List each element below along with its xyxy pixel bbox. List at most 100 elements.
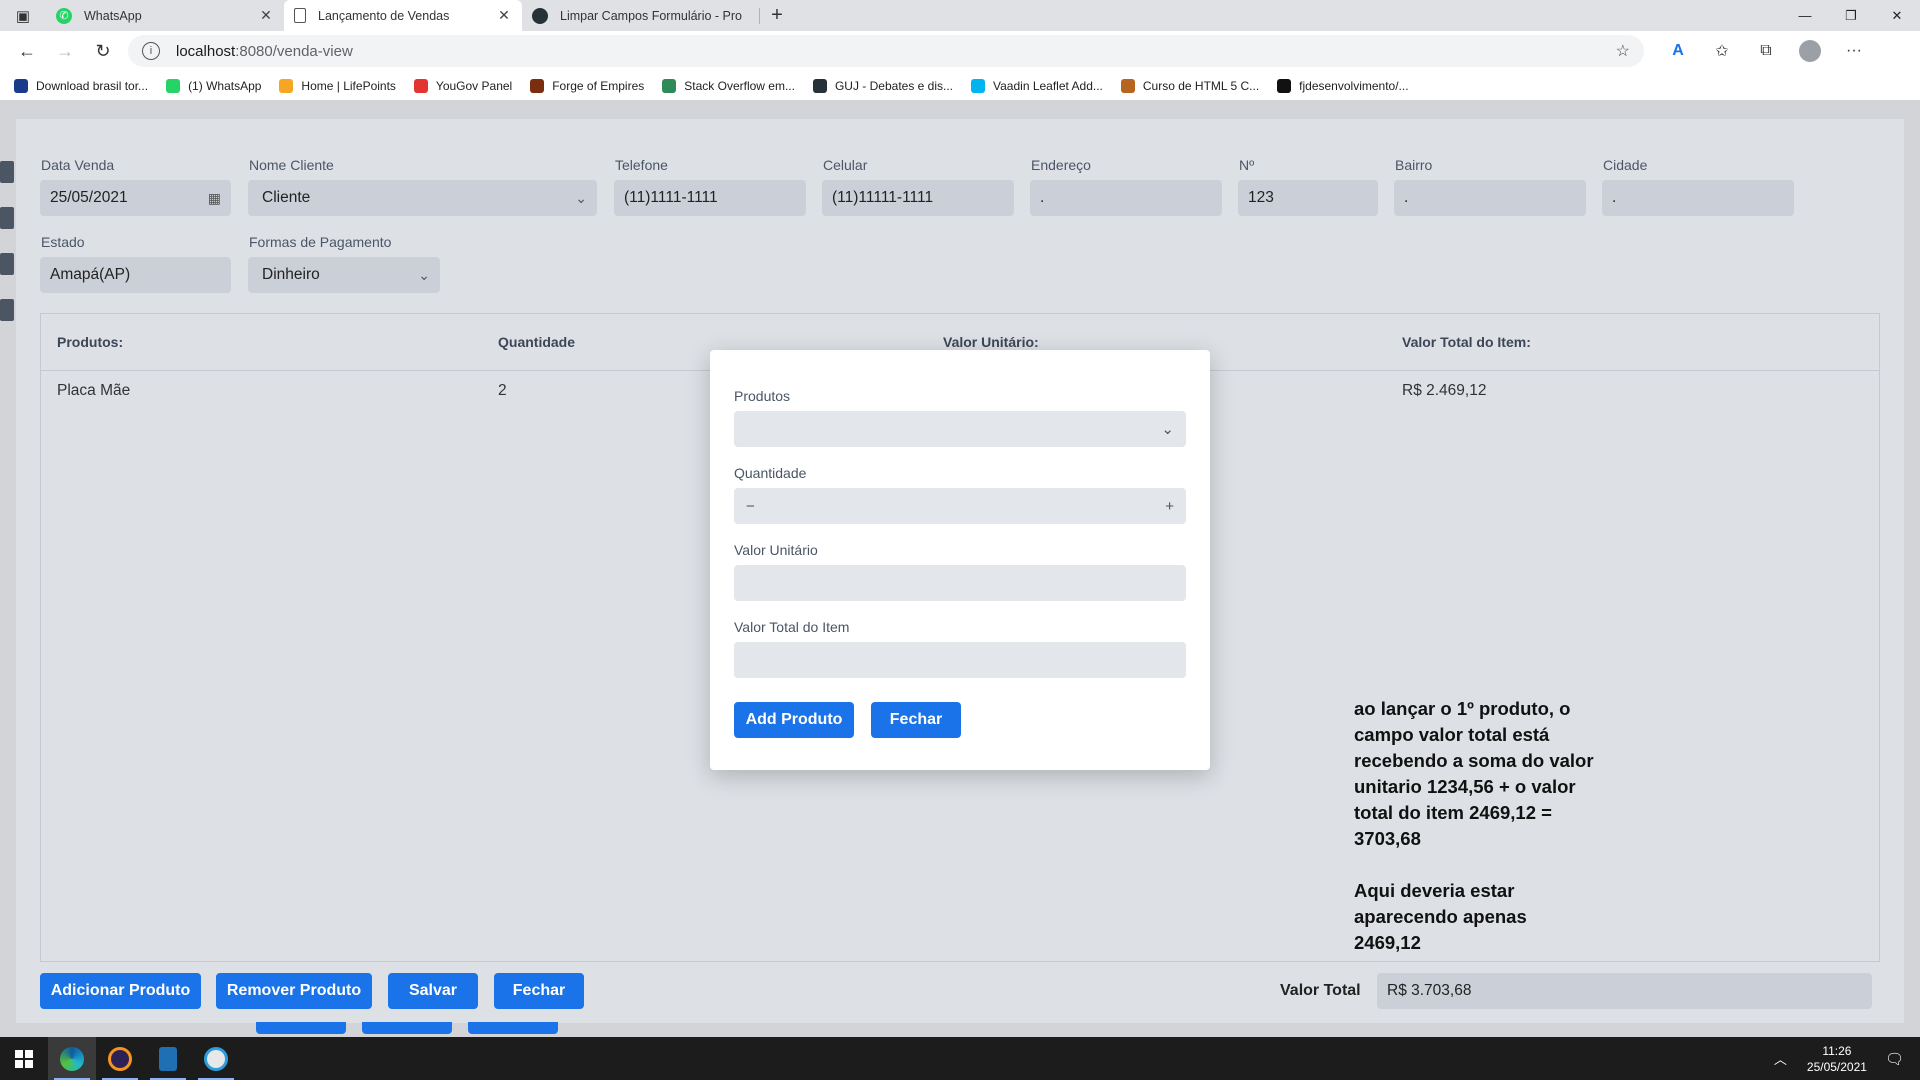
numero-value: 123 <box>1248 189 1274 206</box>
chevron-up-icon[interactable]: ︿ <box>1774 1049 1787 1068</box>
stackoverflow-icon <box>662 78 677 93</box>
home-icon[interactable] <box>0 161 14 183</box>
taskbar-clock[interactable]: 11:26 25/05/2021 <box>1807 1043 1867 1075</box>
eclipse-taskbar-icon[interactable] <box>96 1037 144 1080</box>
endereco-field[interactable]: . <box>1030 180 1222 216</box>
plus-icon[interactable]: + <box>1165 498 1174 515</box>
eye-icon <box>1120 78 1135 93</box>
data-venda-field[interactable]: 25/05/2021 ▦ <box>40 180 231 216</box>
bookmark-item[interactable]: Curso de HTML 5 C... <box>1120 78 1260 93</box>
side-nav <box>0 161 16 345</box>
bookmark-item[interactable]: (1) WhatsApp <box>166 78 261 93</box>
tab-lancamento-vendas[interactable]: Lançamento de Vendas ✕ <box>284 0 522 31</box>
annotation-line-2: Aqui deveria estar aparecendo apenas 246… <box>1354 880 1527 953</box>
salvar-button[interactable]: Salvar <box>388 973 478 1009</box>
add-produto-button[interactable]: Add Produto <box>734 702 854 738</box>
back-icon[interactable]: ← <box>8 33 46 69</box>
celular-label: Celular <box>823 157 868 173</box>
guj-icon <box>812 78 827 93</box>
pagamento-value: Dinheiro <box>262 266 320 283</box>
close-icon[interactable]: ✕ <box>496 7 512 24</box>
minimize-icon[interactable]: — <box>1782 0 1828 31</box>
remover-produto-button[interactable]: Remover Produto <box>216 973 372 1009</box>
bookmark-item[interactable]: Download brasil tor... <box>14 78 148 93</box>
tab-title: WhatsApp <box>84 8 142 23</box>
bookmark-item[interactable]: GUJ - Debates e dis... <box>812 78 953 93</box>
bookmark-item[interactable]: Stack Overflow em... <box>662 78 795 93</box>
dialog-valor-unitario-label: Valor Unitário <box>734 542 818 558</box>
dialog-produtos-label: Produtos <box>734 388 791 404</box>
tab-limpar-campos[interactable]: Limpar Campos Formulário - Pro <box>522 0 760 31</box>
more-options-icon[interactable]: ··· <box>1832 35 1876 67</box>
edge-taskbar-icon[interactable] <box>48 1037 96 1080</box>
endereco-value: . <box>1040 189 1045 206</box>
dialog-valor-total-label: Valor Total do Item <box>734 619 850 635</box>
numero-label: Nº <box>1239 157 1255 173</box>
paint-taskbar-icon[interactable] <box>192 1037 240 1080</box>
nome-cliente-select[interactable]: Cliente ⌄ <box>248 180 597 216</box>
favorites-icon[interactable]: ✩ <box>1700 35 1744 67</box>
bookmark-item[interactable]: Vaadin Leaflet Add... <box>971 78 1103 93</box>
bookmark-item[interactable]: Forge of Empires <box>530 78 644 93</box>
cidade-label: Cidade <box>1603 157 1648 173</box>
chart-icon[interactable] <box>0 299 14 321</box>
url-input[interactable]: i localhost:8080/venda-view ☆ <box>128 35 1644 67</box>
telefone-label: Telefone <box>615 157 668 173</box>
data-venda-label: Data Venda <box>41 157 115 173</box>
folder-icon[interactable] <box>0 207 14 229</box>
money-icon[interactable] <box>0 253 14 275</box>
dialog-valor-total-field[interactable] <box>734 642 1186 678</box>
bookmark-label: Vaadin Leaflet Add... <box>993 78 1103 93</box>
close-icon[interactable]: ✕ <box>258 7 274 24</box>
notifications-icon[interactable]: 🗨 <box>1885 1050 1904 1068</box>
pagamento-select[interactable]: Dinheiro ⌄ <box>248 257 440 293</box>
collections-icon[interactable]: ⧉ <box>1744 35 1788 67</box>
quantity-stepper[interactable]: − + <box>734 488 1186 524</box>
profile-avatar-icon[interactable] <box>1788 35 1832 67</box>
telefone-value: (11)1111-1111 <box>624 189 718 206</box>
restore-icon[interactable]: ❐ <box>1828 0 1874 31</box>
fechar-button[interactable]: Fechar <box>494 973 584 1009</box>
data-venda-value: 25/05/2021 <box>50 189 128 206</box>
tab-actions-icon[interactable]: ▣ <box>0 0 46 31</box>
calculator-taskbar-icon[interactable] <box>144 1037 192 1080</box>
tab-title: Limpar Campos Formulário - Pro <box>560 8 742 23</box>
nome-cliente-value: Cliente <box>262 189 311 206</box>
adicionar-produto-button[interactable]: Adicionar Produto <box>40 973 201 1009</box>
chevron-down-icon: ⌄ <box>418 266 430 283</box>
tab-whatsapp[interactable]: ✆ WhatsApp ✕ <box>46 0 284 31</box>
new-tab-icon[interactable]: + <box>760 0 794 31</box>
github-icon <box>1277 78 1292 93</box>
telefone-field[interactable]: (11)1111-1111 <box>614 180 806 216</box>
estado-field[interactable]: Amapá(AP) <box>40 257 231 293</box>
tab-separator <box>759 8 760 24</box>
dialog-valor-unitario-field[interactable] <box>734 565 1186 601</box>
bookmark-item[interactable]: Home | LifePoints <box>279 78 396 93</box>
site-info-icon[interactable]: i <box>142 42 160 60</box>
minus-icon[interactable]: − <box>746 498 755 515</box>
valor-total-field[interactable]: R$ 3.703,68 <box>1377 973 1872 1009</box>
bookmark-item[interactable]: fjdesenvolvimento/... <box>1277 78 1409 93</box>
favorite-add-icon[interactable]: ☆ <box>1616 41 1630 61</box>
close-window-icon[interactable]: ✕ <box>1874 0 1920 31</box>
r-letter-icon <box>14 78 28 93</box>
translate-icon[interactable]: A <box>1656 35 1700 67</box>
annotation-note: ao lançar o 1º produto, o campo valor to… <box>1354 696 1594 982</box>
chevron-down-icon: ⌄ <box>1161 421 1174 438</box>
dialog-produtos-select[interactable]: ⌄ <box>734 411 1186 447</box>
address-bar: ← → ↻ i localhost:8080/venda-view ☆ A ✩ … <box>0 31 1920 71</box>
bairro-field[interactable]: . <box>1394 180 1586 216</box>
cidade-field[interactable]: . <box>1602 180 1794 216</box>
numero-field[interactable]: 123 <box>1238 180 1378 216</box>
browser-tab-bar: ▣ ✆ WhatsApp ✕ Lançamento de Vendas ✕ Li… <box>0 0 1920 31</box>
celular-field[interactable]: (11)11111-1111 <box>822 180 1014 216</box>
refresh-icon[interactable]: ↻ <box>84 33 122 69</box>
clock-time: 11:26 <box>1822 1043 1852 1058</box>
dialog-fechar-button[interactable]: Fechar <box>871 702 961 738</box>
bookmark-item[interactable]: YouGov Panel <box>413 78 512 93</box>
bookmark-label: Curso de HTML 5 C... <box>1142 78 1260 93</box>
forward-icon[interactable]: → <box>46 33 84 69</box>
calendar-icon[interactable]: ▦ <box>208 190 221 207</box>
guj-icon <box>532 7 548 24</box>
windows-start-icon[interactable] <box>0 1037 48 1080</box>
